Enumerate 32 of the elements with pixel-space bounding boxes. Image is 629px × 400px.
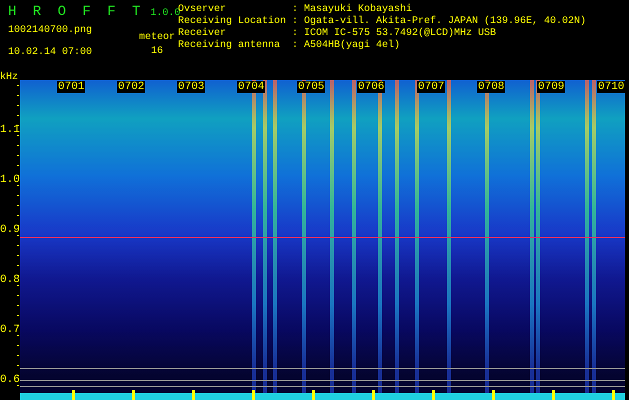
time-label: 0701 bbox=[57, 81, 86, 93]
meteor-label: meteor bbox=[138, 32, 175, 44]
axis-tick-label: 1.0 bbox=[0, 174, 20, 186]
info-separator: : bbox=[292, 4, 300, 16]
file-datetime: 10.02.14 07:00 bbox=[8, 47, 92, 59]
time-label: 0708 bbox=[477, 81, 506, 93]
info-value: Masayuki Kobayashi bbox=[304, 4, 412, 16]
meteor-count: 16 bbox=[150, 46, 163, 58]
info-separator: : bbox=[292, 16, 300, 28]
axis-tick-label: 0.9 bbox=[0, 224, 20, 236]
time-label: 0704 bbox=[237, 81, 266, 93]
time-label: 0706 bbox=[357, 81, 386, 93]
time-label: 0709 bbox=[537, 81, 566, 93]
time-label: 0705 bbox=[297, 81, 326, 93]
time-label: 0707 bbox=[417, 81, 446, 93]
info-value: Ogata-vill. Akita-Pref. JAPAN (139.96E, 40.02N) bbox=[304, 16, 586, 28]
axis-unit: kHz bbox=[0, 72, 18, 84]
file-name: 1002140700.png bbox=[8, 25, 92, 37]
info-label: Receiver bbox=[178, 28, 228, 40]
info-value: A504HB(yagi 4el) bbox=[304, 40, 400, 52]
time-label: 0703 bbox=[177, 81, 206, 93]
time-label: 0710 bbox=[597, 81, 625, 93]
info-label: Receiving antenna bbox=[178, 40, 282, 52]
info-separator: : bbox=[292, 40, 300, 52]
time-label: 0702 bbox=[117, 81, 146, 93]
info-value: ICOM IC-575 53.7492(@LCD)MHz USB bbox=[304, 28, 496, 40]
app-title: H R O F F T bbox=[8, 3, 144, 22]
axis-tick-label: 0.6 bbox=[0, 374, 20, 386]
axis-tick-label: 0.8 bbox=[0, 274, 20, 286]
axis-tick-label: 1.1 bbox=[0, 124, 20, 136]
info-label: Receiving Location bbox=[178, 16, 288, 28]
info-separator: : bbox=[292, 28, 300, 40]
